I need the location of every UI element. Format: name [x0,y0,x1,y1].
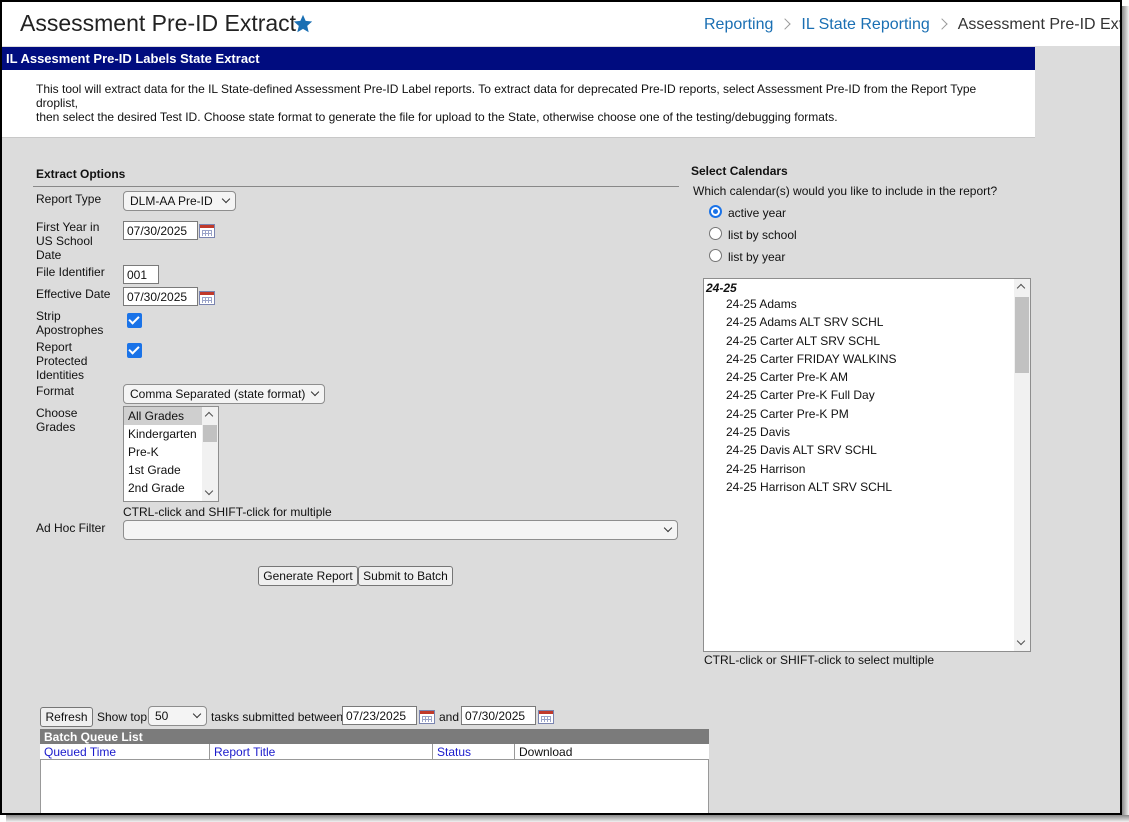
first-year-date-input[interactable]: 07/30/2025 [123,221,198,240]
format-value: Comma Separated (state format) [130,387,306,401]
calendar-icon[interactable] [538,710,554,724]
select-calendars-title: Select Calendars [691,164,788,178]
format-select[interactable]: Comma Separated (state format) [123,384,325,404]
report-protected-identities-label: Report Protected Identities [36,340,88,382]
batch-queue-title: Batch Queue List [40,729,709,744]
tool-banner: IL Assesment Pre-ID Labels State Extract [2,47,1035,70]
active-year-label: active year [728,206,787,220]
extract-options-title: Extract Options [36,167,126,181]
report-type-label: Report Type [36,192,102,206]
window-shadow [1122,6,1129,822]
scroll-down-icon[interactable] [1016,636,1026,646]
calendar-option[interactable]: 24-25 Davis [704,424,1030,442]
tool-description: This tool will extract data for the IL S… [2,70,1035,138]
breadcrumb-reporting[interactable]: Reporting [704,16,773,33]
col-status[interactable]: Status [433,744,515,759]
list-by-school-label: list by school [728,228,797,242]
effective-date-input[interactable]: 07/30/2025 [123,287,198,306]
calendar-option[interactable]: 24-25 Carter ALT SRV SCHL [704,333,1030,351]
show-top-select[interactable]: 50 [148,706,207,726]
calendars-listbox[interactable]: 24-25 24-25 Adams 24-25 Adams ALT SRV SC… [703,278,1031,652]
tasks-between-label: tasks submitted between [211,710,344,724]
grades-listbox[interactable]: All Grades Kindergarten Pre-K 1st Grade … [123,406,219,502]
chevron-down-icon [192,709,202,719]
grades-hint: CTRL-click and SHIFT-click for multiple [123,505,332,519]
list-by-year-radio[interactable] [709,249,722,262]
section-divider [33,186,679,187]
first-year-label: First Year in US School Date [36,220,100,262]
chevron-down-icon [663,523,673,533]
calendar-option[interactable]: 24-25 Carter Pre-K PM [704,406,1030,424]
batch-end-date-input[interactable]: 07/30/2025 [461,706,536,725]
app-window: Assessment Pre-ID Extract Reporting IL St… [0,0,1122,815]
ad-hoc-filter-label: Ad Hoc Filter [36,521,106,535]
calendar-group-label: 24-25 [706,281,737,295]
scrollbar-thumb[interactable] [203,425,217,442]
calendar-icon[interactable] [199,224,215,238]
and-label: and [439,710,460,724]
active-year-radio[interactable] [709,205,722,218]
col-report-title[interactable]: Report Title [210,744,433,759]
generate-report-button[interactable]: Generate Report [258,566,358,586]
chevron-down-icon [221,194,231,204]
description-line-1: This tool will extract data for the IL S… [36,82,977,110]
format-label: Format [36,384,75,398]
calendar-icon[interactable] [199,291,215,305]
submit-to-batch-button[interactable]: Submit to Batch [358,566,453,586]
scroll-up-icon[interactable] [1016,283,1026,293]
scroll-down-icon[interactable] [204,486,214,496]
breadcrumb-il-state-reporting[interactable]: IL State Reporting [801,16,929,33]
calendar-option[interactable]: 24-25 Harrison [704,461,1030,479]
scrollbar-thumb[interactable] [1015,297,1029,373]
page-title: Assessment Pre-ID Extract [20,10,297,36]
page-header: Assessment Pre-ID Extract Reporting IL St… [2,2,1122,46]
ad-hoc-filter-select[interactable] [123,520,678,540]
strip-apostrophes-label: Strip Apostrophes [36,309,104,337]
calendar-option[interactable]: 24-25 Carter Pre-K Full Day [704,387,1030,405]
calendars-question: Which calendar(s) would you like to incl… [693,184,998,198]
list-by-school-radio[interactable] [709,227,722,240]
col-download: Download [519,745,573,759]
effective-date-label: Effective Date [36,287,111,301]
calendar-option[interactable]: 24-25 Carter Pre-K AM [704,369,1030,387]
chevron-right-icon [936,18,948,30]
window-shadow [6,815,1129,822]
calendars-hint: CTRL-click or SHIFT-click to select mult… [704,653,935,667]
grades-scrollbar[interactable] [202,407,218,501]
description-line-2: then select the desired Test ID. Choose … [36,110,838,124]
calendar-option[interactable]: 24-25 Carter FRIDAY WALKINS [704,351,1030,369]
file-identifier-input[interactable]: 001 [123,265,159,284]
report-protected-identities-checkbox[interactable] [127,343,142,358]
chevron-right-icon [779,18,792,30]
calendar-option[interactable]: 24-25 Davis ALT SRV SCHL [704,442,1030,460]
calendars-scrollbar[interactable] [1014,279,1030,651]
chevron-down-icon [310,387,320,397]
batch-start-date-input[interactable]: 07/23/2025 [342,706,417,725]
breadcrumb-current: Assessment Pre-ID Extract [957,16,1122,33]
col-queued-time[interactable]: Queued Time [40,744,210,759]
scroll-up-icon[interactable] [204,411,214,421]
file-identifier-label: File Identifier [36,265,105,279]
calendar-option[interactable]: 24-25 Adams [704,296,1030,314]
batch-queue-header: Queued Time Report Title Status Download [40,744,709,760]
breadcrumb: Reporting IL State Reporting Assessment Pr… [704,16,1122,34]
calendar-option[interactable]: 24-25 Adams ALT SRV SCHL [704,314,1030,332]
right-gutter [1035,46,1120,813]
refresh-button[interactable]: Refresh [40,707,93,727]
batch-queue-body [40,760,709,813]
list-by-year-label: list by year [728,250,786,264]
choose-grades-label: Choose Grades [36,406,78,434]
calendar-option[interactable]: 24-25 Harrison ALT SRV SCHL [704,479,1030,497]
report-type-select[interactable]: DLM-AA Pre-ID [123,191,236,211]
calendar-icon[interactable] [419,710,435,724]
show-top-label: Show top [97,710,148,724]
show-top-value: 50 [155,709,169,723]
favorite-star-icon[interactable] [292,13,314,35]
strip-apostrophes-checkbox[interactable] [127,313,142,328]
report-type-value: DLM-AA Pre-ID [130,194,213,208]
